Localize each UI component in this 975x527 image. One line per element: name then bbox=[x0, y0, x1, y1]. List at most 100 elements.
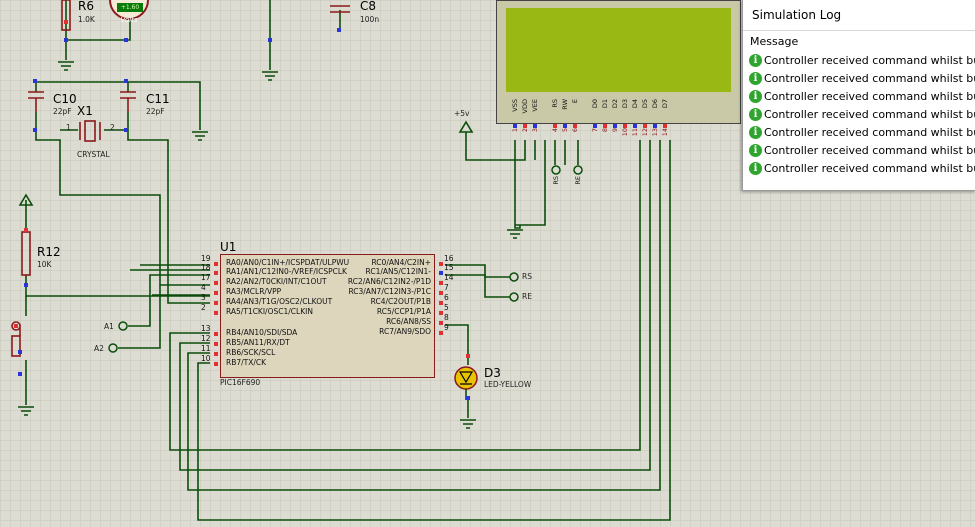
pic-pin-name: RC1/AN5/C12IN1- bbox=[365, 267, 432, 276]
pic-pin-number: 19 bbox=[201, 254, 211, 263]
info-icon: i bbox=[749, 107, 762, 121]
pic-pin-name: RC5/CCP1/P1A bbox=[376, 307, 431, 316]
lcd-pin-number: 13 bbox=[651, 128, 659, 137]
lcd-pin-name: VSS bbox=[511, 99, 519, 112]
lcd-pin-marker bbox=[653, 124, 657, 128]
pic-pin-number: 3 bbox=[201, 293, 206, 302]
c10-value: 22pF bbox=[53, 107, 72, 116]
log-message-row[interactable]: i Controller received command whilst busy… bbox=[749, 141, 975, 159]
lcd-pin-name: D7 bbox=[661, 99, 669, 109]
pic-pin-marker bbox=[214, 362, 218, 366]
pic-pin-number: 13 bbox=[201, 324, 211, 333]
log-message-row[interactable]: i Controller received command whilst busy… bbox=[749, 87, 975, 105]
log-message-row[interactable]: i Controller received command whilst busy… bbox=[749, 123, 975, 141]
pic-pin-name: RB6/SCK/SCL bbox=[226, 348, 276, 357]
pic-pin-name: RC3/AN7/C12IN3-/P1C bbox=[348, 287, 431, 296]
pic-pin-marker bbox=[439, 311, 443, 315]
info-icon: i bbox=[749, 53, 762, 67]
voltmeter-unit: Volts bbox=[120, 16, 138, 24]
lcd-pin-name: RS bbox=[551, 99, 559, 108]
a2-terminal-label: A2 bbox=[94, 344, 104, 353]
pic-pin-marker bbox=[214, 271, 218, 275]
lcd-pin-number: 2 bbox=[521, 128, 529, 133]
pic-pin-marker bbox=[214, 352, 218, 356]
lcd-pin-name: D1 bbox=[601, 99, 609, 109]
pic-pin-name: RA1/AN1/C12IN0-/VREF/ICSPCLK bbox=[226, 267, 347, 276]
lcd-pin-marker bbox=[573, 124, 577, 128]
re-terminal-label: RE bbox=[522, 292, 532, 301]
pic-pin-marker bbox=[439, 321, 443, 325]
message-column-header[interactable]: Message bbox=[743, 31, 975, 51]
pic-pin-marker bbox=[214, 332, 218, 336]
pic-pin-marker bbox=[439, 271, 443, 275]
lcd-pin-marker bbox=[603, 124, 607, 128]
u1-ref: U1 bbox=[220, 240, 237, 254]
lcd-pin-number: 5 bbox=[561, 128, 569, 133]
log-message-row[interactable]: i Controller received command whilst busy… bbox=[749, 69, 975, 87]
lcd-pin-marker bbox=[663, 124, 667, 128]
lcd-pin-number: 1 bbox=[511, 128, 519, 133]
lcd-pin-number: 6 bbox=[571, 128, 579, 133]
lcd-pin-number: 14 bbox=[661, 128, 669, 137]
lcd-pin-marker bbox=[633, 124, 637, 128]
lcd-pin-name: D4 bbox=[631, 99, 639, 109]
pic-pin-marker bbox=[439, 262, 443, 266]
lcd-pin-number: 10 bbox=[621, 128, 629, 137]
lcd-pin-marker bbox=[613, 124, 617, 128]
x1-pin1: 1 bbox=[66, 123, 71, 132]
pic-pin-number: 10 bbox=[201, 354, 211, 363]
c11-ref: C11 bbox=[146, 92, 170, 106]
info-icon: i bbox=[749, 161, 762, 175]
pic-pin-number: 15 bbox=[444, 263, 454, 272]
lcd-pin-name: VDD bbox=[521, 99, 529, 114]
simulation-log-panel[interactable]: Simulation Log Message i Controller recei… bbox=[742, 0, 975, 191]
lcd-pin-name: E bbox=[571, 99, 579, 104]
lcd-pin-marker bbox=[523, 124, 527, 128]
pic-pin-name: RA2/AN2/T0CKI/INT/C1OUT bbox=[226, 277, 327, 286]
c8-value: 100n bbox=[360, 15, 380, 24]
pic-pin-number: 18 bbox=[201, 263, 211, 272]
log-message-row[interactable]: i Controller received command whilst busy… bbox=[749, 51, 975, 69]
info-icon: i bbox=[749, 125, 762, 139]
pic-pin-number: 12 bbox=[201, 334, 211, 343]
pic-pin-number: 9 bbox=[444, 323, 449, 332]
r12-ref: R12 bbox=[37, 245, 61, 259]
log-message-row[interactable]: i Controller received command whilst busy… bbox=[749, 105, 975, 123]
c10-ref: C10 bbox=[53, 92, 77, 106]
log-message-text: Controller received command whilst busy. bbox=[764, 125, 975, 139]
lcd-pin-name: VEE bbox=[531, 99, 539, 112]
rs-terminal-label: RS bbox=[522, 272, 532, 281]
x1-ref: X1 bbox=[77, 104, 93, 118]
pic-pin-number: 8 bbox=[444, 313, 449, 322]
lcd-pin-number: 12 bbox=[641, 128, 649, 137]
pic-pin-marker bbox=[214, 291, 218, 295]
log-message-text: Controller received command whilst busy. bbox=[764, 53, 975, 67]
log-message-text: Controller received command whilst busy. bbox=[764, 89, 975, 103]
log-message-text: Controller received command whilst busy. bbox=[764, 143, 975, 157]
pic-pin-name: RA3/MCLR/VPP bbox=[226, 287, 282, 296]
voltmeter[interactable]: +1.60 Volts bbox=[109, 0, 149, 24]
pic-pin-number: 16 bbox=[444, 254, 454, 263]
lcd-pin-number: 4 bbox=[551, 128, 559, 133]
lcd-pin-name: D0 bbox=[591, 99, 599, 109]
pic-pin-marker bbox=[214, 281, 218, 285]
lcd-screen bbox=[506, 8, 731, 92]
pic-pin-name: RC6/AN8/SS bbox=[386, 317, 431, 326]
log-message-row[interactable]: i Controller received command whilst busy… bbox=[749, 159, 975, 177]
lcd-pin-name: D5 bbox=[641, 99, 649, 109]
lcd-pin-name: D6 bbox=[651, 99, 659, 109]
r6-value: 1.0K bbox=[78, 15, 95, 24]
lcd-pin-name: RW bbox=[561, 99, 569, 110]
a1-terminal-label: A1 bbox=[104, 322, 114, 331]
lcd-pin-marker bbox=[593, 124, 597, 128]
pic-pin-name: RB4/AN10/SDI/SDA bbox=[226, 328, 298, 337]
voltmeter-display: +1.60 bbox=[117, 3, 143, 12]
pic-pin-marker bbox=[439, 301, 443, 305]
info-icon: i bbox=[749, 71, 762, 85]
pic-pin-marker bbox=[214, 311, 218, 315]
r12-value: 10K bbox=[37, 260, 52, 269]
lcd-pin-marker bbox=[513, 124, 517, 128]
pic-pin-number: 7 bbox=[444, 283, 449, 292]
pic-pin-name: RB7/TX/CK bbox=[226, 358, 267, 367]
lcd-pin-marker bbox=[533, 124, 537, 128]
